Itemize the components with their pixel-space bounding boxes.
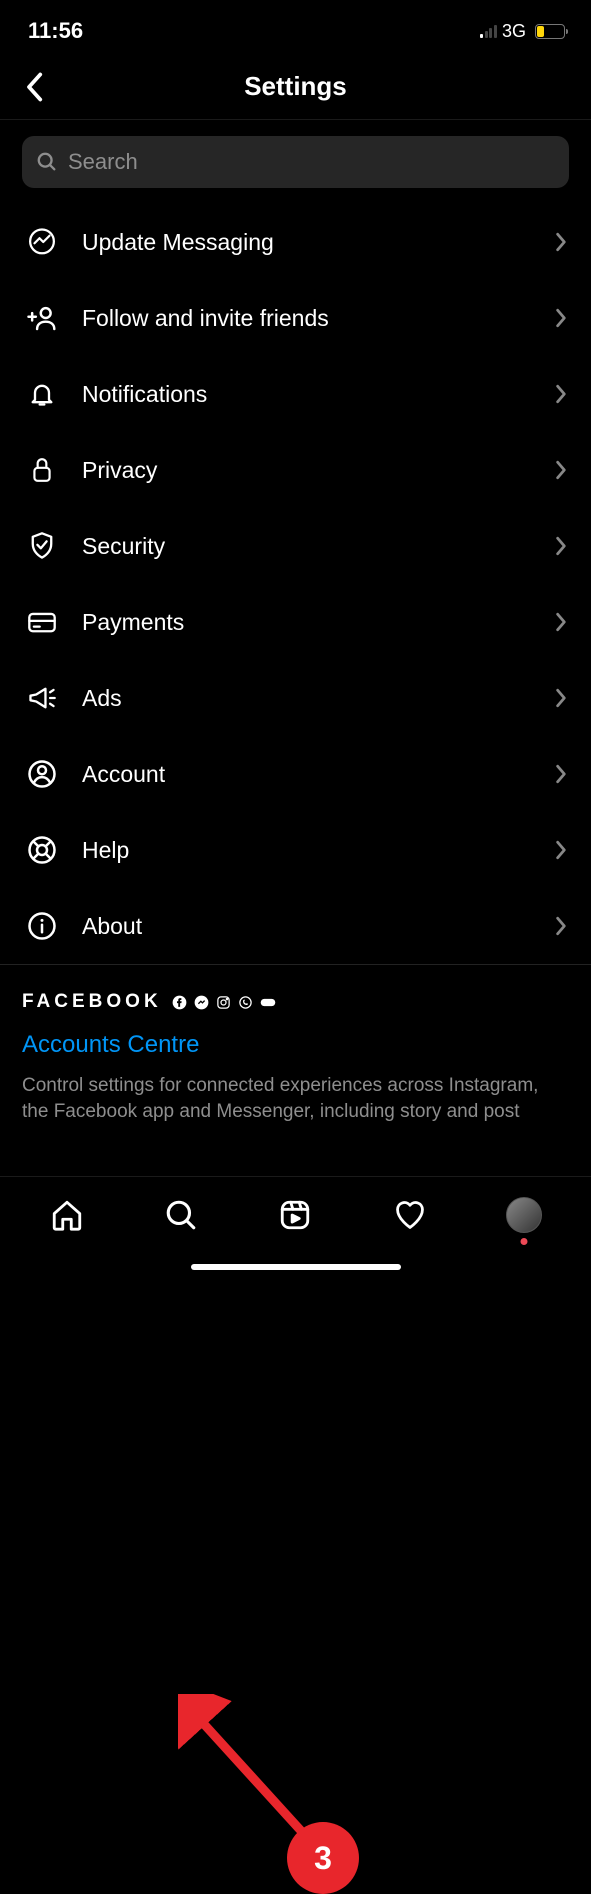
lock-icon [26,454,58,486]
menu-item-follow-invite[interactable]: Follow and invite friends [0,280,591,356]
battery-icon [535,24,565,39]
profile-avatar-icon [506,1197,542,1233]
search-input[interactable] [22,136,569,188]
chevron-left-icon [23,72,45,102]
card-icon [26,606,58,638]
content: Update Messaging Follow and invite frien… [0,120,591,1134]
nav-reels[interactable] [271,1191,319,1239]
cellular-signal-icon [480,24,497,38]
nav-profile[interactable] [500,1191,548,1239]
menu-label: Ads [82,685,531,712]
clock: 11:56 [28,18,83,44]
menu-label: About [82,913,531,940]
network-type: 3G [502,21,526,42]
menu-label: Privacy [82,457,531,484]
brand-line: FACEBOOK [22,991,569,1013]
menu-item-notifications[interactable]: Notifications [0,356,591,432]
menu-item-account[interactable]: Account [0,736,591,812]
chevron-right-icon [555,764,567,784]
facebook-icon [172,994,188,1010]
page-header: Settings [0,54,591,120]
menu-label: Account [82,761,531,788]
menu-item-ads[interactable]: Ads [0,660,591,736]
menu-item-update-messaging[interactable]: Update Messaging [0,204,591,280]
menu-label: Security [82,533,531,560]
arrow-annotation-icon [178,1694,338,1864]
menu-item-about[interactable]: About [0,888,591,964]
step-badge: 3 [287,1822,359,1894]
chevron-right-icon [555,840,567,860]
brand-word: FACEBOOK [22,991,162,1013]
search-field[interactable] [68,149,555,175]
menu-label: Follow and invite friends [82,305,531,332]
reels-icon [278,1198,312,1232]
oculus-small-icon [260,994,276,1010]
search-nav-icon [164,1198,198,1232]
chevron-right-icon [555,916,567,936]
brand-icons [172,994,276,1010]
instagram-small-icon [216,994,232,1010]
lifebuoy-icon [26,834,58,866]
nav-search[interactable] [157,1191,205,1239]
notification-dot [520,1238,527,1245]
nav-home[interactable] [43,1191,91,1239]
bell-icon [26,378,58,410]
chevron-right-icon [555,384,567,404]
menu-label: Update Messaging [82,229,531,256]
settings-menu: Update Messaging Follow and invite frien… [0,204,591,964]
chevron-right-icon [555,232,567,252]
status-indicators: 3G [480,21,565,42]
chevron-right-icon [555,536,567,556]
menu-item-security[interactable]: Security [0,508,591,584]
accounts-centre-link[interactable]: Accounts Centre [22,1031,569,1059]
chevron-right-icon [555,460,567,480]
chevron-right-icon [555,688,567,708]
menu-label: Notifications [82,381,531,408]
chevron-right-icon [555,308,567,328]
home-indicator [191,1264,401,1270]
page-title: Settings [244,71,347,102]
shield-icon [26,530,58,562]
chevron-right-icon [555,612,567,632]
back-button[interactable] [14,67,54,107]
messenger-icon [26,226,58,258]
heart-icon [392,1198,428,1232]
info-icon [26,910,58,942]
footer-section: FACEBOOK Accounts Centre Control setting… [0,964,591,1134]
menu-item-privacy[interactable]: Privacy [0,432,591,508]
menu-label: Help [82,837,531,864]
messenger-small-icon [194,994,210,1010]
megaphone-icon [26,682,58,714]
nav-activity[interactable] [386,1191,434,1239]
search-icon [36,151,58,173]
menu-item-help[interactable]: Help [0,812,591,888]
footer-description: Control settings for connected experienc… [22,1073,569,1124]
status-bar: 11:56 3G [0,0,591,54]
menu-item-payments[interactable]: Payments [0,584,591,660]
home-icon [50,1198,84,1232]
person-circle-icon [26,758,58,790]
menu-label: Payments [82,609,531,636]
add-person-icon [26,302,58,334]
whatsapp-small-icon [238,994,254,1010]
